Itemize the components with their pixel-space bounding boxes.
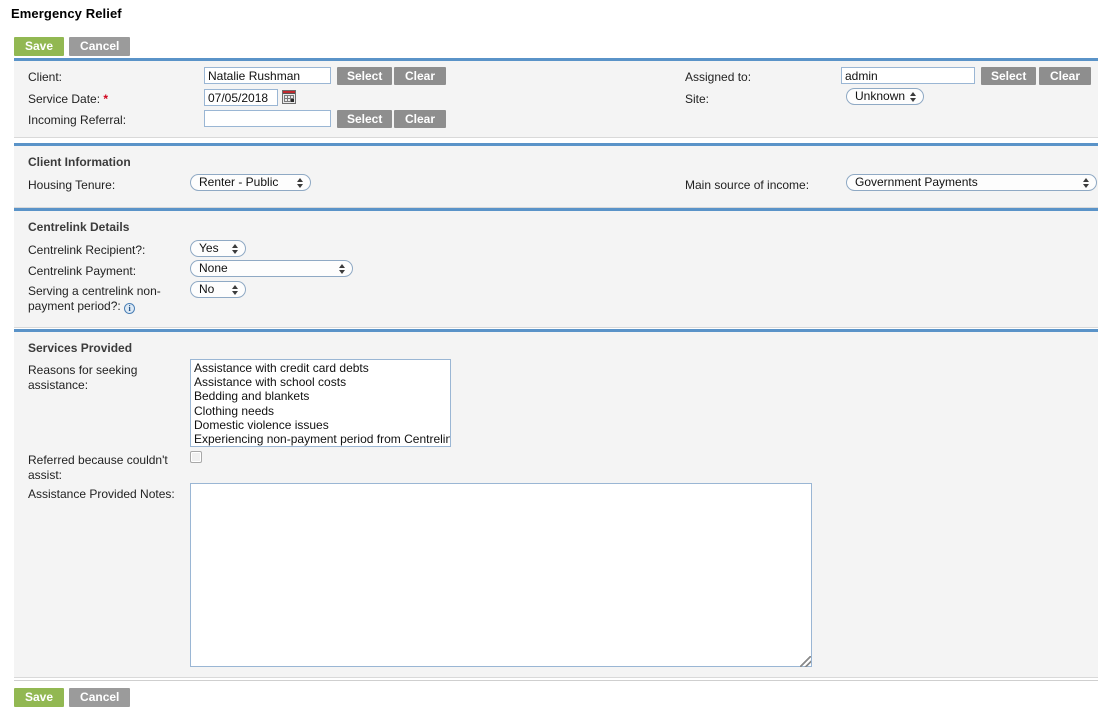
- services-provided-heading: Services Provided: [14, 332, 1098, 357]
- incoming-referral-clear-button[interactable]: Clear: [394, 110, 446, 128]
- info-icon[interactable]: i: [124, 303, 135, 314]
- site-select-value: Unknown: [855, 89, 905, 103]
- save-button-bottom[interactable]: Save: [14, 688, 64, 707]
- incoming-referral-input[interactable]: [204, 110, 331, 127]
- housing-tenure-label: Housing Tenure:: [28, 178, 115, 193]
- incoming-referral-label: Incoming Referral:: [28, 113, 126, 128]
- assigned-to-input[interactable]: [841, 67, 975, 84]
- main-source-of-income-select[interactable]: Government Payments: [846, 174, 1097, 191]
- assigned-to-select-button[interactable]: Select: [981, 67, 1036, 85]
- client-label: Client:: [28, 70, 62, 85]
- assistance-provided-notes-label: Assistance Provided Notes:: [28, 487, 175, 502]
- centrelink-non-payment-select[interactable]: No: [190, 281, 246, 298]
- save-button-top[interactable]: Save: [14, 37, 64, 56]
- list-item[interactable]: Clothing needs: [191, 404, 450, 418]
- chevron-updown-icon: [297, 176, 304, 190]
- list-item[interactable]: Experiencing non-payment period from Cen…: [191, 432, 450, 446]
- centrelink-recipient-label: Centrelink Recipient?:: [28, 243, 145, 258]
- chevron-updown-icon: [339, 262, 346, 276]
- centrelink-payment-value: None: [199, 261, 228, 275]
- reasons-for-seeking-assistance-label: Reasons for seeking assistance:: [28, 363, 178, 393]
- calendar-icon-header: [283, 91, 295, 94]
- centrelink-recipient-value: Yes: [199, 241, 219, 255]
- centrelink-details-panel: Centrelink Details Centrelink Recipient?…: [14, 208, 1098, 328]
- reasons-for-seeking-assistance-listbox[interactable]: Assistance with credit card debts Assist…: [190, 359, 451, 447]
- centrelink-non-payment-value: No: [199, 282, 214, 296]
- emergency-relief-form-page: Emergency Relief Save Cancel Client: Sele…: [0, 0, 1098, 711]
- bottom-divider: [14, 680, 1098, 681]
- centrelink-non-payment-label: Serving a centrelink non-payment period?…: [28, 284, 188, 314]
- housing-tenure-select[interactable]: Renter - Public: [190, 174, 311, 191]
- chevron-updown-icon: [910, 90, 917, 104]
- centrelink-payment-select[interactable]: None: [190, 260, 353, 277]
- main-source-of-income-label: Main source of income:: [685, 178, 809, 193]
- calendar-icon-marker: [291, 99, 294, 102]
- referred-because-couldnt-assist-checkbox[interactable]: [190, 451, 202, 463]
- centrelink-non-payment-label-text: Serving a centrelink non-payment period?…: [28, 284, 161, 313]
- list-item[interactable]: Bedding and blankets: [191, 389, 450, 403]
- calendar-icon[interactable]: [282, 90, 296, 104]
- centrelink-payment-label: Centrelink Payment:: [28, 264, 136, 279]
- chevron-updown-icon: [1083, 176, 1090, 190]
- cancel-button-bottom[interactable]: Cancel: [69, 688, 130, 707]
- service-date-input[interactable]: [204, 89, 278, 106]
- chevron-updown-icon: [232, 283, 239, 297]
- assigned-to-label: Assigned to:: [685, 70, 751, 85]
- client-information-panel: Client Information Housing Tenure: Rente…: [14, 143, 1098, 208]
- service-date-label: Service Date: *: [28, 92, 108, 107]
- main-source-of-income-value: Government Payments: [855, 175, 978, 189]
- page-title: Emergency Relief: [11, 6, 122, 21]
- housing-tenure-value: Renter - Public: [199, 175, 278, 189]
- service-date-label-text: Service Date:: [28, 92, 100, 106]
- client-clear-button[interactable]: Clear: [394, 67, 446, 85]
- centrelink-details-heading: Centrelink Details: [14, 211, 1098, 236]
- bottom-action-bar: Save Cancel: [14, 688, 130, 707]
- assigned-to-clear-button[interactable]: Clear: [1039, 67, 1091, 85]
- list-item[interactable]: Domestic violence issues: [191, 418, 450, 432]
- referred-because-couldnt-assist-label: Referred because couldn't assist:: [28, 453, 178, 483]
- main-details-panel: Client: Select Clear Service Date: * Inc…: [14, 58, 1098, 138]
- top-action-bar: Save Cancel: [14, 37, 130, 56]
- client-select-button[interactable]: Select: [337, 67, 392, 85]
- list-item[interactable]: Assistance with school costs: [191, 375, 450, 389]
- client-information-heading: Client Information: [14, 146, 1098, 171]
- list-item[interactable]: Assistance with credit card debts: [191, 361, 450, 375]
- site-select[interactable]: Unknown: [846, 88, 924, 105]
- required-marker: *: [103, 92, 108, 106]
- centrelink-recipient-select[interactable]: Yes: [190, 240, 246, 257]
- client-input[interactable]: [204, 67, 331, 84]
- site-label: Site:: [685, 92, 709, 107]
- services-provided-panel: Services Provided Reasons for seeking as…: [14, 329, 1098, 678]
- assistance-provided-notes-textarea[interactable]: [190, 483, 812, 667]
- incoming-referral-select-button[interactable]: Select: [337, 110, 392, 128]
- cancel-button-top[interactable]: Cancel: [69, 37, 130, 56]
- chevron-updown-icon: [232, 242, 239, 256]
